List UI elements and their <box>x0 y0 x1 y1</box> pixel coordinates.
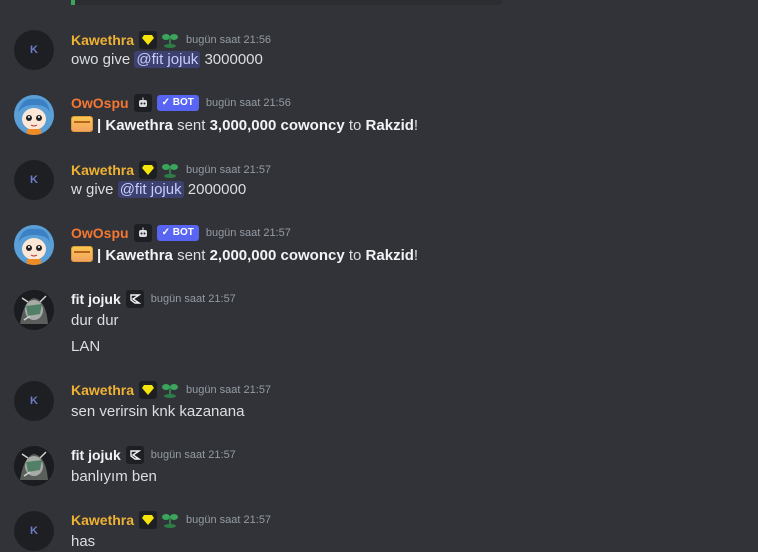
author-name[interactable]: Kawethra <box>71 382 134 398</box>
timestamp[interactable]: bugün saat 21:57 <box>186 514 271 526</box>
sprout-icon[interactable] <box>161 512 179 528</box>
avatar[interactable]: K <box>14 30 54 70</box>
author-name[interactable]: Kawethra <box>71 162 134 178</box>
avatar[interactable] <box>14 95 54 135</box>
sprout-icon[interactable] <box>161 32 179 48</box>
avatar[interactable]: K <box>14 381 54 421</box>
bot-tag: ✓ BOT <box>156 225 199 241</box>
card-emoji <box>71 116 93 132</box>
timestamp[interactable]: bugün saat 21:57 <box>206 227 291 239</box>
author-name[interactable]: Kawethra <box>71 512 134 528</box>
diamond-badge-icon[interactable] <box>139 511 158 529</box>
author-name[interactable]: fit jojuk <box>71 447 121 463</box>
timestamp[interactable]: bugün saat 21:57 <box>186 164 271 176</box>
message-content: sen verirsin knk kazanana <box>71 403 245 420</box>
avatar[interactable]: K <box>14 160 54 200</box>
timestamp[interactable]: bugün saat 21:56 <box>186 34 271 46</box>
diamond-badge-icon[interactable] <box>139 31 158 49</box>
avatar[interactable] <box>14 225 54 265</box>
sprout-icon[interactable] <box>161 162 179 178</box>
message-content: | Kawethra sent 3,000,000 cowoncy to Rak… <box>71 116 418 136</box>
robot-icon[interactable] <box>133 224 152 242</box>
diamond-badge-icon[interactable] <box>139 161 158 179</box>
brand-badge-icon[interactable] <box>125 446 144 464</box>
author-name[interactable]: fit jojuk <box>71 291 121 307</box>
message-content: owo give @fit jojuk 3000000 <box>71 51 263 68</box>
message-content: | Kawethra sent 2,000,000 cowoncy to Rak… <box>71 246 418 266</box>
bot-tag: ✓ BOT <box>156 95 199 111</box>
author-name[interactable]: OwOspu <box>71 225 129 241</box>
message-content: LAN <box>71 338 101 355</box>
previous-embed-bar <box>71 0 503 5</box>
brand-badge-icon[interactable] <box>125 290 144 308</box>
message-content: w give @fit jojuk 2000000 <box>71 181 247 198</box>
author-name[interactable]: Kawethra <box>71 32 134 48</box>
message-content: dur dur <box>71 312 119 329</box>
avatar[interactable]: K <box>14 511 54 551</box>
author-name[interactable]: OwOspu <box>71 95 129 111</box>
diamond-badge-icon[interactable] <box>139 381 158 399</box>
sprout-icon[interactable] <box>161 382 179 398</box>
message-content: has <box>71 533 96 550</box>
user-mention[interactable]: @fit jojuk <box>117 181 184 198</box>
timestamp[interactable]: bugün saat 21:57 <box>151 293 236 305</box>
timestamp[interactable]: bugün saat 21:57 <box>151 449 236 461</box>
avatar[interactable] <box>14 290 54 330</box>
card-emoji <box>71 246 93 262</box>
user-mention[interactable]: @fit jojuk <box>134 51 201 68</box>
avatar[interactable] <box>14 446 54 486</box>
timestamp[interactable]: bugün saat 21:57 <box>186 384 271 396</box>
robot-icon[interactable] <box>133 94 152 112</box>
message-content: banlıyım ben <box>71 468 157 485</box>
timestamp[interactable]: bugün saat 21:56 <box>206 97 291 109</box>
